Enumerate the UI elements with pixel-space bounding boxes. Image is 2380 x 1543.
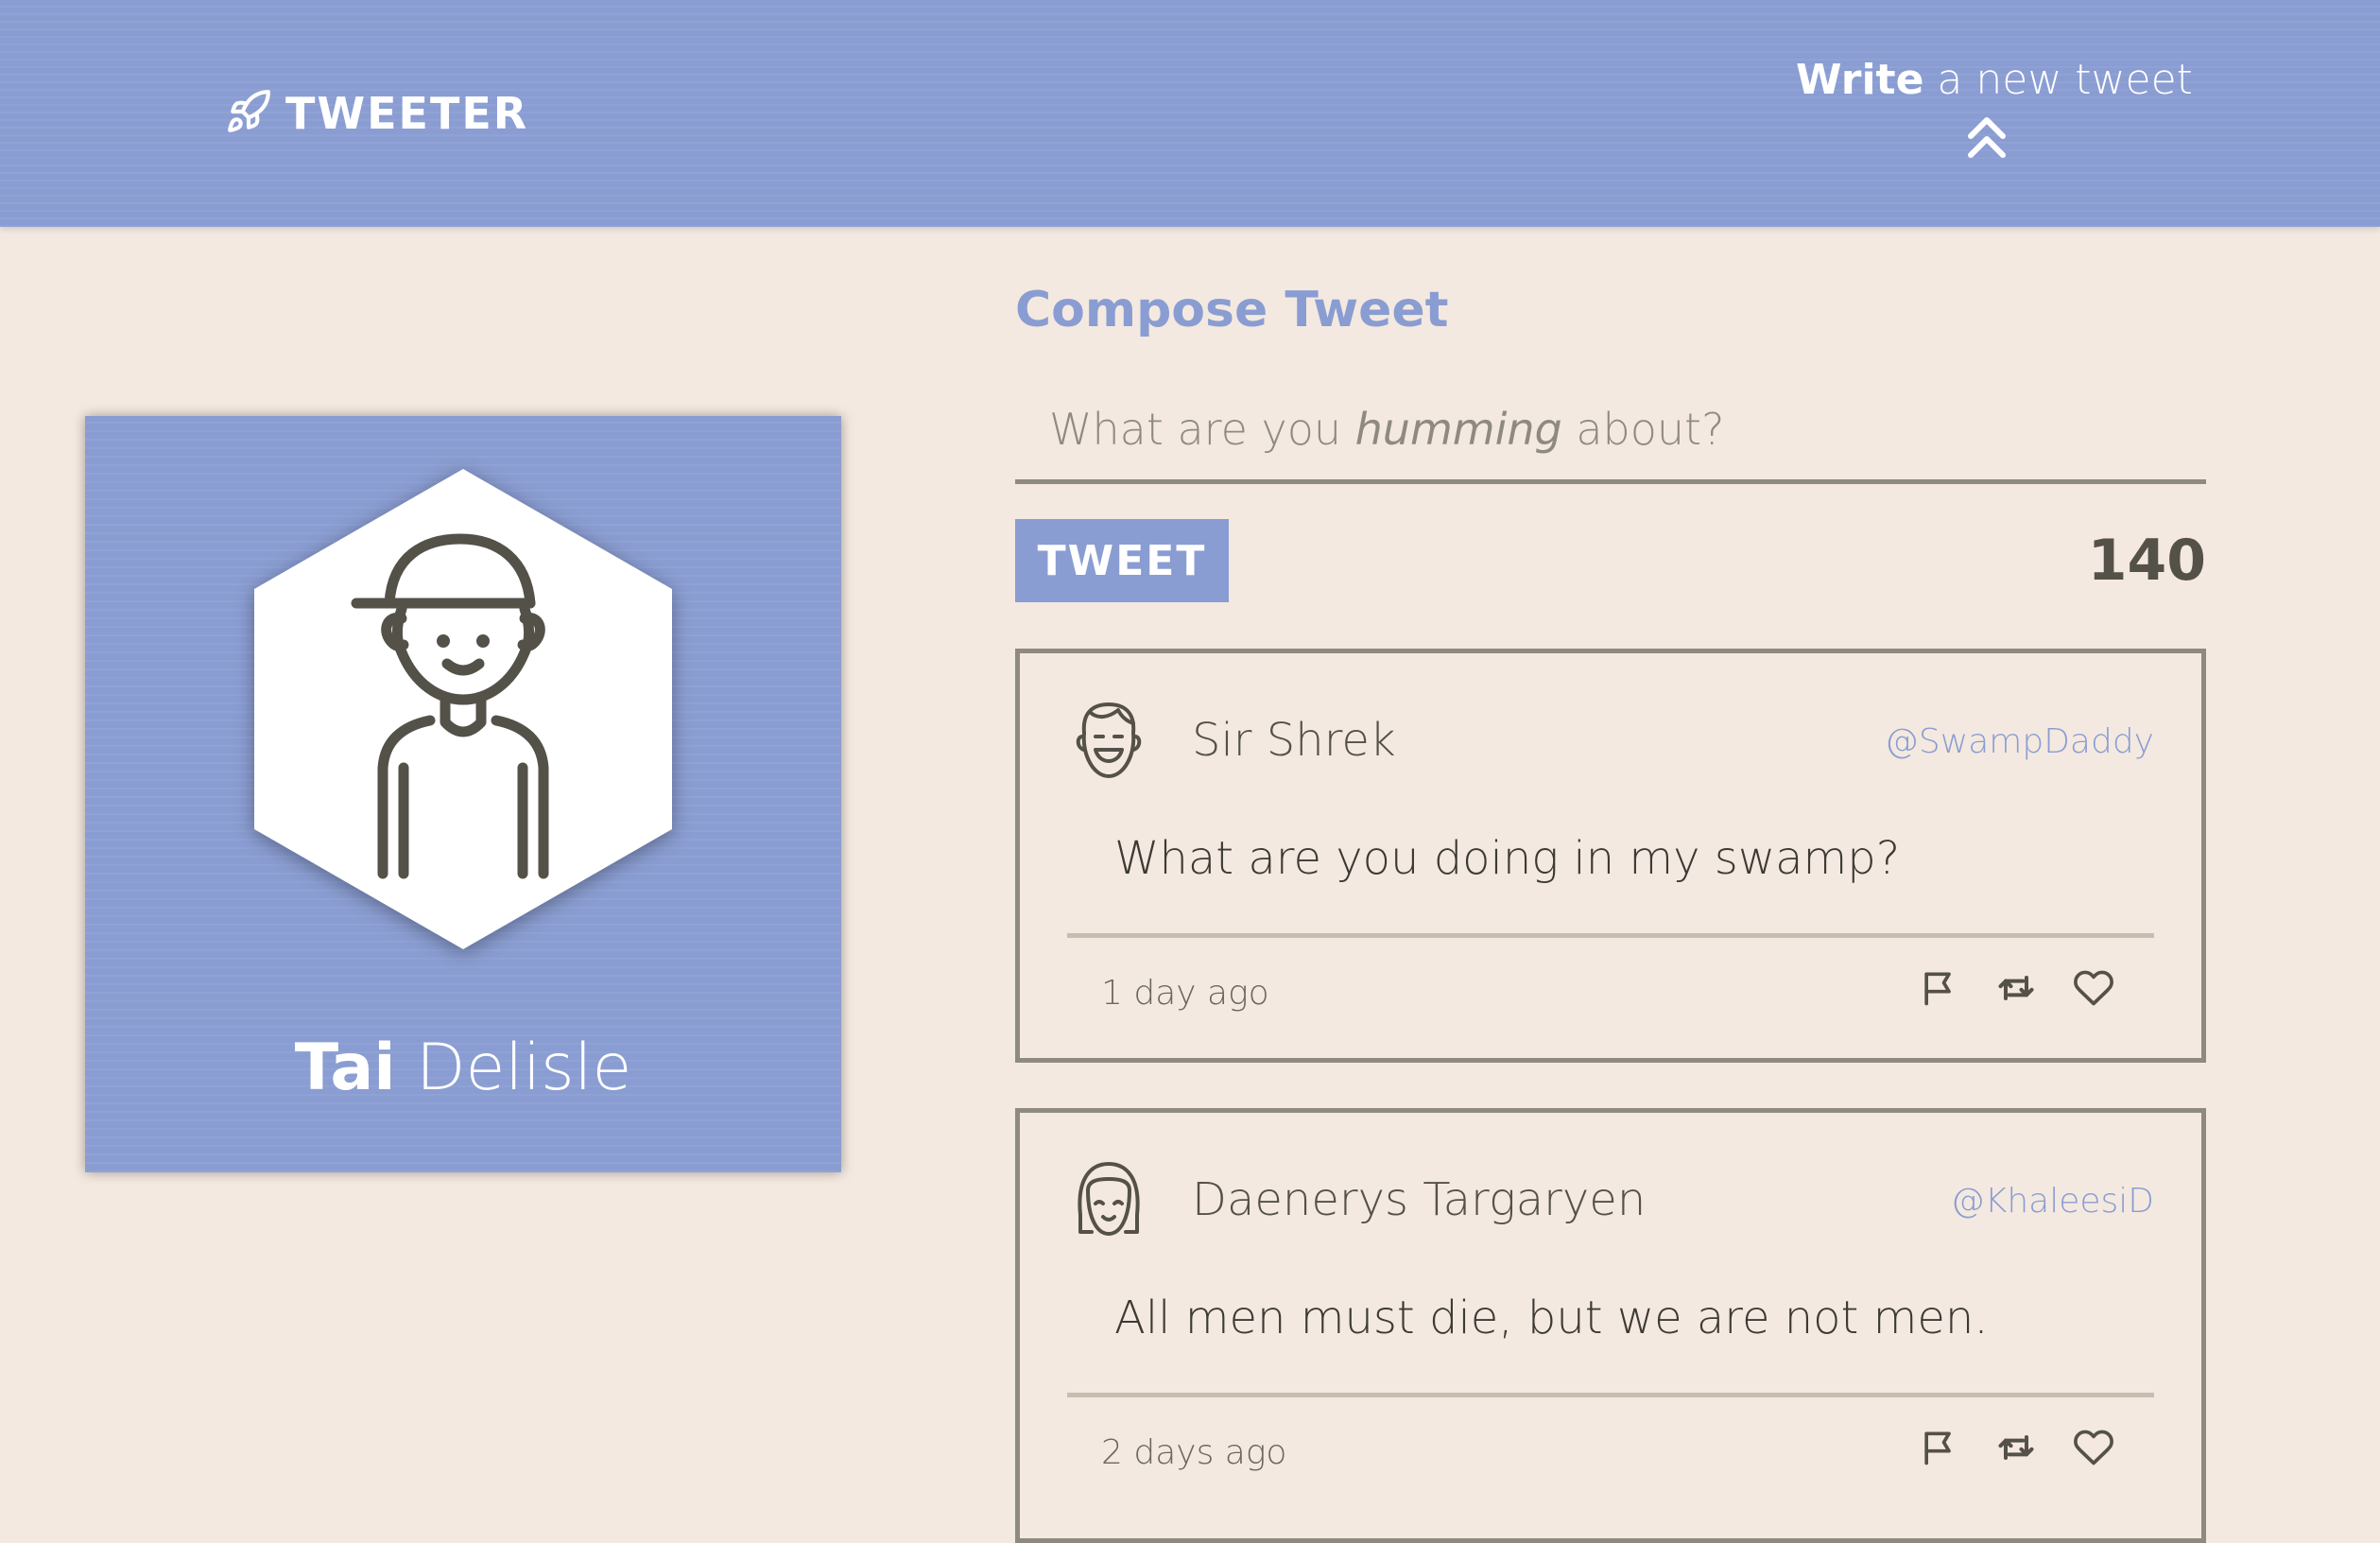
tweet-text-input[interactable]: What are you humming about? xyxy=(1015,378,2206,484)
character-counter: 140 xyxy=(2087,528,2206,594)
write-new-tweet-label: Write a new tweet xyxy=(1796,49,2193,112)
heart-icon[interactable] xyxy=(2073,1427,2114,1468)
brand-logo[interactable]: TWEETER xyxy=(225,83,528,144)
tweet-author-handle[interactable]: @KhaleesiD xyxy=(1951,1179,2154,1224)
write-label-bold: Write xyxy=(1796,56,1924,104)
tweet-card: Daenerys Targaryen @KhaleesiD All men mu… xyxy=(1015,1108,2206,1543)
tweet-divider xyxy=(1067,933,2154,938)
tweet-timestamp: 2 days ago xyxy=(1101,1433,1287,1472)
tweet-actions xyxy=(1918,967,2114,1009)
brand-name: TWEETER xyxy=(285,88,529,139)
flag-icon[interactable] xyxy=(1918,1427,1959,1468)
placeholder-before: What are you xyxy=(1049,403,1342,455)
heart-icon[interactable] xyxy=(2073,967,2114,1009)
flag-icon[interactable] xyxy=(1918,967,1959,1009)
profile-name: Tai Delisle xyxy=(85,1031,841,1106)
tweet-text: What are you doing in my swamp? xyxy=(1114,832,1901,885)
tweet-card: Sir Shrek @SwampDaddy What are you doing… xyxy=(1015,649,2206,1063)
tweet-submit-button[interactable]: TWEET xyxy=(1015,519,1229,602)
rocket-icon xyxy=(225,88,272,139)
girl-avatar-icon xyxy=(1073,1158,1145,1241)
tweet-text: All men must die, but we are not men. xyxy=(1114,1292,1989,1344)
tweet-author-handle[interactable]: @SwampDaddy xyxy=(1885,719,2154,765)
smiling-man-avatar-icon xyxy=(1073,699,1145,782)
retweet-icon[interactable] xyxy=(1995,967,2037,1009)
profile-first-name: Tai xyxy=(294,1031,396,1105)
double-chevron-up-icon xyxy=(1965,117,2009,165)
profile-avatar xyxy=(250,465,676,953)
top-nav: TWEETER Write a new tweet xyxy=(0,0,2380,227)
profile-last-name: Delisle xyxy=(395,1031,632,1105)
profile-card: Tai Delisle xyxy=(85,416,841,1172)
write-label-rest: a new tweet xyxy=(1923,56,2193,104)
tweet-author-name: Daenerys Targaryen xyxy=(1192,1173,1647,1226)
tweet-author-name: Sir Shrek xyxy=(1192,714,1396,767)
retweet-icon[interactable] xyxy=(1995,1427,2037,1468)
write-new-tweet-toggle[interactable]: Write a new tweet xyxy=(1796,49,2193,172)
compose-title: Compose Tweet xyxy=(1015,282,1449,338)
placeholder-emphasis: humming xyxy=(1354,403,1562,455)
tweet-divider xyxy=(1067,1393,2154,1397)
tweet-timestamp: 1 day ago xyxy=(1101,974,1269,1013)
boy-with-cap-avatar-icon xyxy=(254,469,672,949)
placeholder-after: about? xyxy=(1576,403,1725,455)
tweet-actions xyxy=(1918,1427,2114,1468)
